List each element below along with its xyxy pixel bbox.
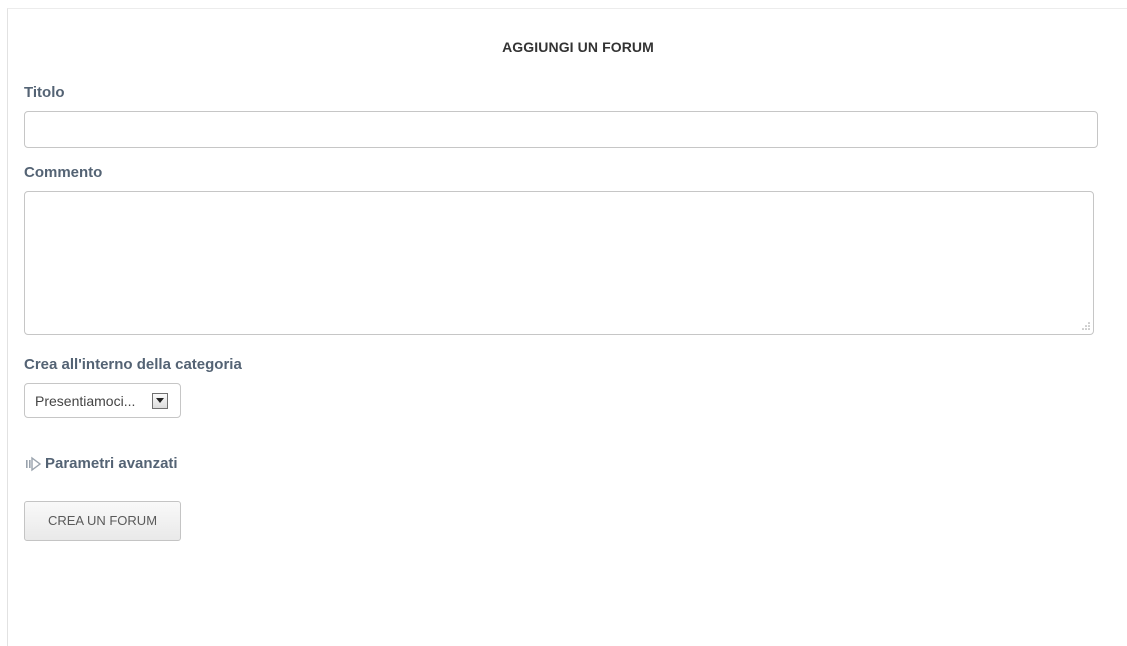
category-label: Crea all'interno della categoria — [24, 356, 242, 373]
category-selected-value: Presentiamoci... — [35, 393, 136, 409]
comment-textarea[interactable] — [24, 191, 1094, 335]
category-select[interactable]: Presentiamoci... — [24, 383, 181, 418]
advanced-parameters-label: Parametri avanzati — [45, 455, 178, 472]
title-input[interactable] — [24, 111, 1098, 148]
page-title: AGGIUNGI UN FORUM — [502, 39, 654, 55]
title-label: Titolo — [24, 84, 65, 101]
create-forum-button[interactable]: CREA UN FORUM — [24, 501, 181, 541]
expand-arrow-icon — [26, 456, 42, 472]
chevron-down-icon[interactable] — [152, 393, 168, 409]
add-forum-panel: AGGIUNGI UN FORUM Titolo Commento Crea a… — [7, 8, 1127, 646]
resize-grip-icon[interactable] — [1080, 322, 1090, 332]
comment-label: Commento — [24, 164, 103, 181]
